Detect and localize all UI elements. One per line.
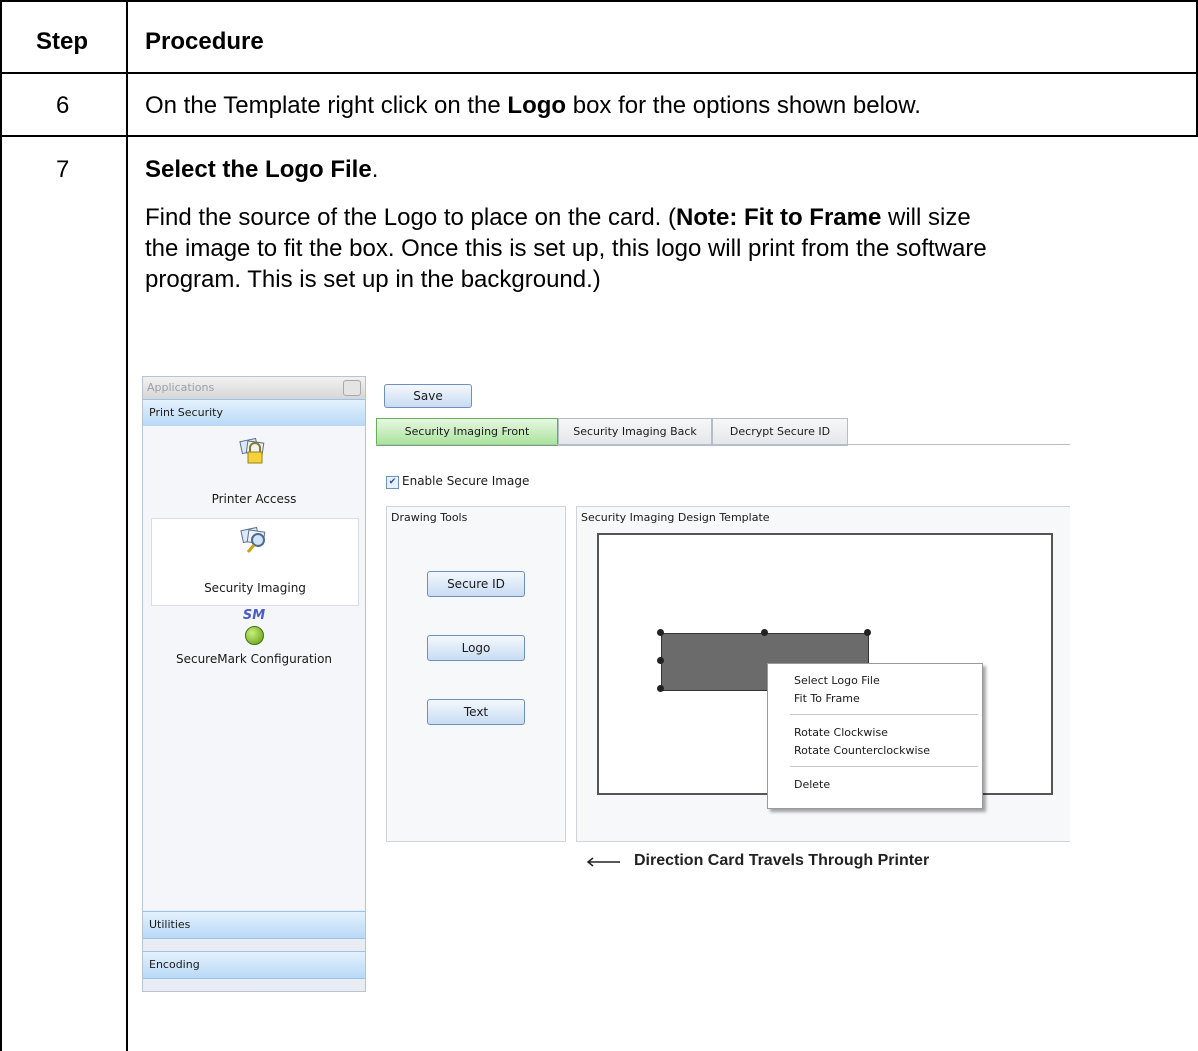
tab-decrypt-secure-id[interactable]: Decrypt Secure ID bbox=[712, 418, 848, 446]
section-label: Encoding bbox=[149, 958, 200, 971]
table-row-divider bbox=[0, 135, 1198, 137]
app-item-security-imaging[interactable]: Security Imaging bbox=[151, 518, 359, 606]
step-number: 6 bbox=[56, 92, 70, 119]
save-button[interactable]: Save bbox=[384, 384, 472, 408]
resize-handle[interactable] bbox=[761, 629, 768, 636]
paragraph-part: Find the source of the Logo to place on … bbox=[145, 204, 676, 231]
paragraph-line: Find the source of the Logo to place on … bbox=[145, 202, 987, 233]
table-column-divider bbox=[126, 0, 128, 1051]
table-border-left bbox=[0, 0, 2, 1051]
menu-item-fit-to-frame[interactable]: Fit To Frame bbox=[794, 692, 860, 705]
app-item-printer-access[interactable]: Printer Access bbox=[151, 430, 357, 516]
applications-header-label: Applications bbox=[147, 381, 215, 394]
drawing-tools-panel: Drawing Tools Secure ID Logo Text bbox=[386, 506, 566, 842]
section-label: Print Security bbox=[149, 406, 223, 419]
menu-item-select-logo-file[interactable]: Select Logo File bbox=[794, 674, 880, 687]
resize-handle[interactable] bbox=[657, 685, 664, 692]
header-procedure: Procedure bbox=[145, 28, 264, 55]
menu-item-rotate-counterclockwise[interactable]: Rotate Counterclockwise bbox=[794, 744, 930, 757]
app-item-securemark-configuration[interactable]: SM SecureMark Configuration bbox=[151, 608, 357, 694]
header-step: Step bbox=[36, 28, 89, 55]
resize-handle[interactable] bbox=[657, 629, 664, 636]
tab-underline bbox=[376, 444, 1070, 445]
menu-item-rotate-clockwise[interactable]: Rotate Clockwise bbox=[794, 726, 888, 739]
paragraph-bold: Note: Fit to Frame bbox=[676, 204, 882, 231]
paragraph-part: will size bbox=[881, 204, 971, 231]
securemark-icon-text: SM bbox=[242, 608, 266, 623]
menu-separator bbox=[790, 766, 978, 767]
app-item-label: SecureMark Configuration bbox=[175, 652, 333, 666]
paragraph-line: the image to fit the box. Once this is s… bbox=[145, 235, 987, 262]
padlock-cards-icon bbox=[239, 437, 265, 464]
enable-secure-image-checkbox[interactable]: ✔ bbox=[386, 476, 399, 489]
procedure-paragraph: Find the source of the Logo to place on … bbox=[145, 202, 987, 295]
step-number: 7 bbox=[56, 156, 70, 183]
section-label: Utilities bbox=[149, 918, 191, 931]
section-encoding[interactable]: Encoding bbox=[143, 951, 365, 979]
text-button[interactable]: Text bbox=[427, 699, 525, 725]
collapse-button[interactable] bbox=[343, 380, 361, 396]
design-canvas[interactable]: Select Logo File Fit To Frame Rotate Clo… bbox=[597, 533, 1053, 809]
resize-handle[interactable] bbox=[864, 629, 871, 636]
app-screenshot: Applications Print Security Printer Acce… bbox=[140, 374, 1070, 992]
applications-header: Applications bbox=[143, 377, 365, 399]
resize-handle[interactable] bbox=[657, 657, 664, 664]
procedure-text-part: On the Template right click on the bbox=[145, 92, 508, 119]
procedure-title-bold: Select the Logo File bbox=[145, 156, 372, 183]
left-arrow-icon bbox=[586, 857, 620, 867]
design-template-title: Security Imaging Design Template bbox=[581, 511, 770, 524]
procedure-text-bold: Logo bbox=[507, 92, 567, 119]
tab-security-imaging-front[interactable]: Security Imaging Front bbox=[376, 418, 558, 446]
table-row-divider bbox=[0, 72, 1198, 74]
applications-panel: Applications Print Security Printer Acce… bbox=[142, 376, 366, 992]
section-utilities[interactable]: Utilities bbox=[143, 911, 365, 939]
table-border-top bbox=[0, 0, 1198, 2]
procedure-text-part: box for the options shown below. bbox=[566, 92, 921, 119]
main-area: Save Security Imaging Front Security Ima… bbox=[376, 374, 1070, 992]
app-item-label: Printer Access bbox=[211, 492, 297, 506]
menu-separator bbox=[790, 714, 978, 715]
enable-secure-image-label: Enable Secure Image bbox=[402, 474, 530, 488]
menu-item-delete[interactable]: Delete bbox=[794, 778, 830, 791]
securemark-icon-circle bbox=[245, 626, 264, 645]
application-list: Printer Access Security Imaging SM Secur… bbox=[143, 426, 365, 910]
section-print-security[interactable]: Print Security bbox=[143, 399, 365, 427]
securemark-icon: SM bbox=[237, 608, 271, 648]
drawing-tools-title: Drawing Tools bbox=[391, 511, 468, 524]
context-menu: Select Logo File Fit To Frame Rotate Clo… bbox=[767, 663, 983, 809]
procedure-title-part: . bbox=[371, 156, 379, 183]
design-template-panel: Security Imaging Design Template Select … bbox=[576, 506, 1070, 842]
paragraph-line: program. This is set up in the backgroun… bbox=[145, 266, 601, 293]
secure-id-button[interactable]: Secure ID bbox=[427, 571, 525, 597]
procedure-text: On the Template right click on the Logo … bbox=[145, 90, 921, 122]
magnifier-cards-icon bbox=[240, 526, 266, 553]
logo-button[interactable]: Logo bbox=[427, 635, 525, 661]
app-item-label: Security Imaging bbox=[204, 581, 306, 595]
direction-caption: Direction Card Travels Through Printer bbox=[634, 852, 930, 869]
tab-security-imaging-back[interactable]: Security Imaging Back bbox=[558, 418, 712, 446]
procedure-title: Select the Logo File. bbox=[145, 154, 378, 186]
